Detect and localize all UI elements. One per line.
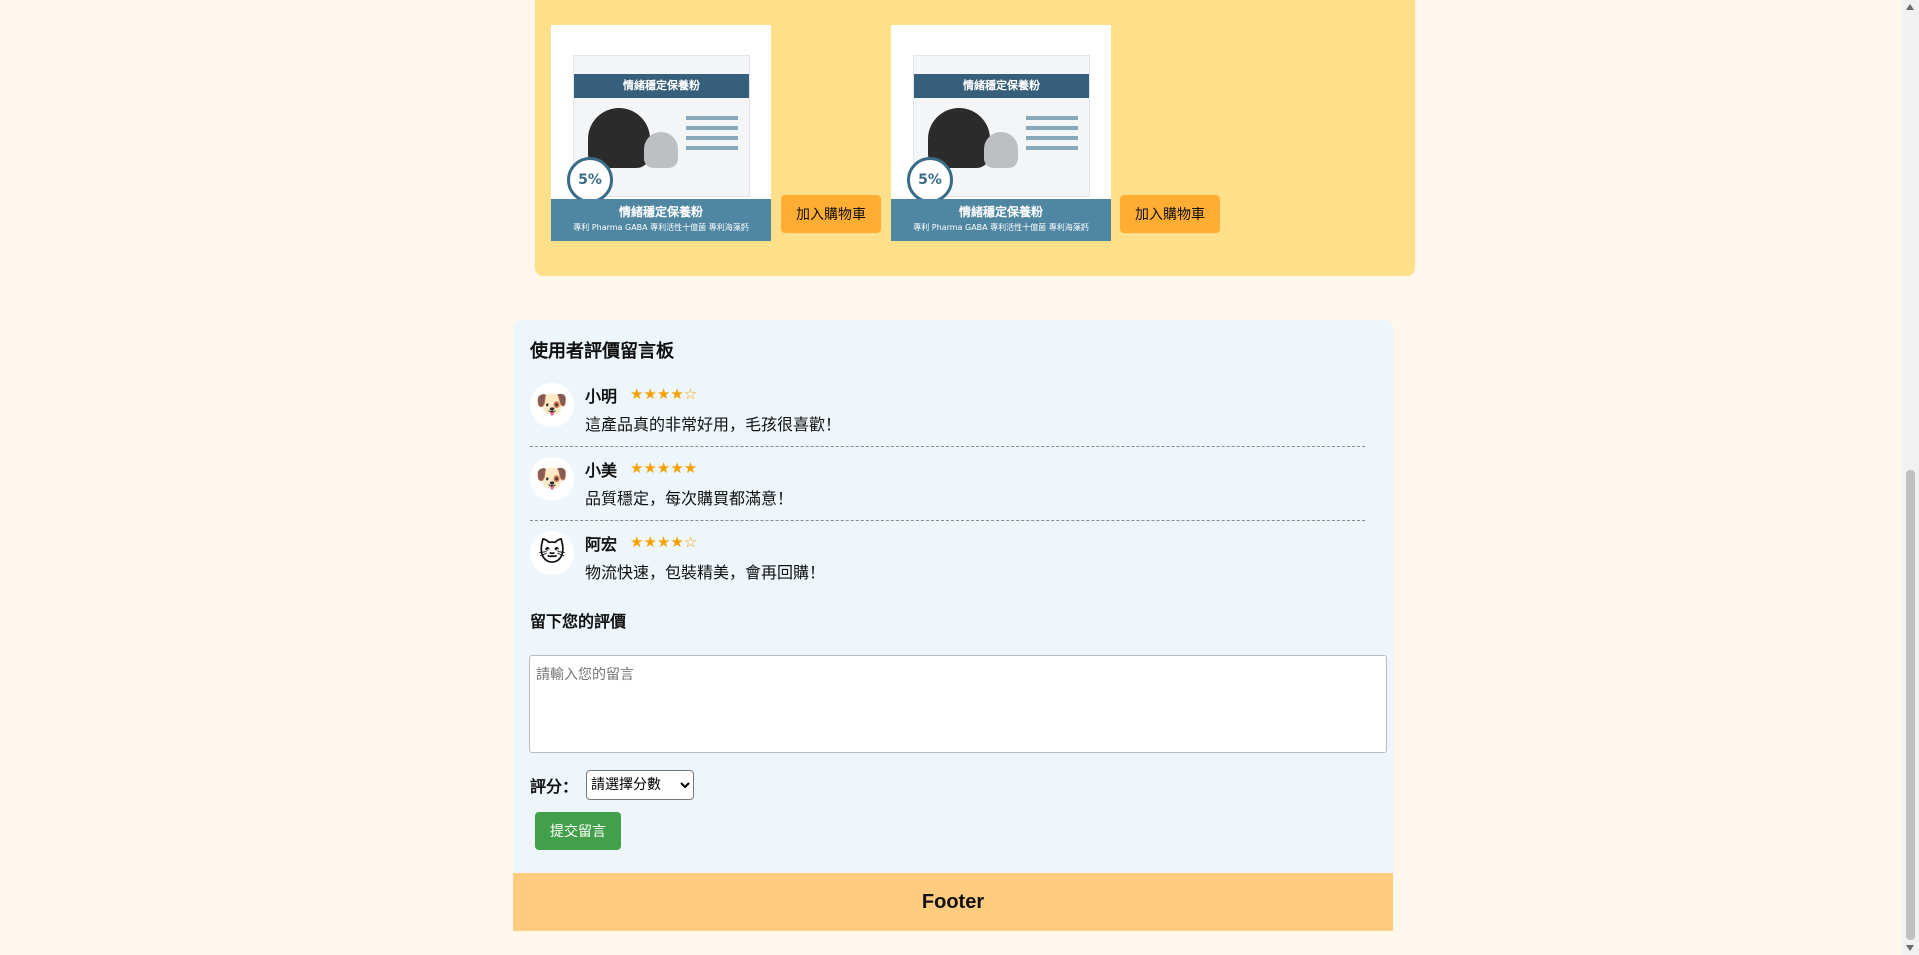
- footer: Footer: [513, 873, 1393, 931]
- add-to-cart-button[interactable]: 加入購物車: [1120, 195, 1220, 233]
- dog-avatar-icon: 🐶: [530, 457, 574, 501]
- comment-input[interactable]: [529, 655, 1387, 753]
- scroll-down-icon[interactable]: [1906, 945, 1914, 951]
- product-image-1[interactable]: 情緒穩定保養粉 5% 情緒穩定保養粉 專利 Pharma GABA 專利活性十億…: [551, 25, 771, 241]
- review-item: 🐱 阿宏 ★★★★☆ 物流快速，包裝精美，會再回購！: [530, 531, 1365, 595]
- cashback-badge: 5%: [907, 157, 953, 203]
- rating-stars: ★★★★★: [630, 459, 698, 477]
- review-text: 品質穩定，每次購買都滿意！: [585, 489, 794, 508]
- cat-avatar-icon: 🐱: [530, 531, 574, 575]
- rating-label: 評分：: [530, 777, 579, 796]
- review-divider: [530, 520, 1365, 521]
- dog-avatar-icon: 🐶: [530, 383, 574, 427]
- product-tags: 專利 Pharma GABA 專利活性十億菌 專利海藻鈣: [913, 223, 1089, 232]
- product-info-lines: [1026, 116, 1078, 156]
- review-divider: [530, 446, 1365, 447]
- product-bottom-banner: 情緒穩定保養粉 專利 Pharma GABA 專利活性十億菌 專利海藻鈣: [891, 199, 1111, 241]
- cat-illustration: [644, 132, 678, 168]
- scroll-up-icon[interactable]: [1906, 4, 1914, 10]
- review-text: 物流快速，包裝精美，會再回購！: [585, 563, 826, 582]
- reviewer-name: 小美: [585, 461, 618, 480]
- leave-review-title: 留下您的評價: [530, 612, 627, 631]
- product-image-2[interactable]: 情緒穩定保養粉 5% 情緒穩定保養粉 專利 Pharma GABA 專利活性十億…: [891, 25, 1111, 241]
- scrollbar-thumb[interactable]: [1906, 470, 1915, 940]
- cashback-badge: 5%: [567, 157, 613, 203]
- product-bottom-banner: 情緒穩定保養粉 專利 Pharma GABA 專利活性十億菌 專利海藻鈣: [551, 199, 771, 241]
- product-box-title: 情緒穩定保養粉: [574, 74, 749, 98]
- submit-comment-button[interactable]: 提交留言: [535, 812, 621, 850]
- review-text: 這產品真的非常好用，毛孩很喜歡！: [585, 415, 842, 434]
- cat-illustration: [984, 132, 1018, 168]
- rating-select[interactable]: 請選擇分數: [586, 770, 694, 800]
- review-board: 使用者評價留言板 🐶 小明 ★★★★☆ 這產品真的非常好用，毛孩很喜歡！ 🐶 小…: [513, 320, 1393, 873]
- product-info-lines: [686, 116, 738, 156]
- review-board-title: 使用者評價留言板: [530, 341, 674, 362]
- product-box-title: 情緒穩定保養粉: [914, 74, 1089, 98]
- review-item: 🐶 小美 ★★★★★ 品質穩定，每次購買都滿意！: [530, 457, 1365, 521]
- reviewer-name: 阿宏: [585, 535, 618, 554]
- reviewer-name: 小明: [585, 387, 618, 406]
- review-item: 🐶 小明 ★★★★☆ 這產品真的非常好用，毛孩很喜歡！: [530, 383, 1365, 447]
- product-name: 情緒穩定保養粉: [958, 205, 1043, 219]
- product-section: 情緒穩定保養粉 5% 情緒穩定保養粉 專利 Pharma GABA 專利活性十億…: [535, 0, 1415, 276]
- rating-stars: ★★★★☆: [630, 385, 698, 403]
- rating-stars: ★★★★☆: [630, 533, 698, 551]
- add-to-cart-button[interactable]: 加入購物車: [781, 195, 881, 233]
- product-name: 情緒穩定保養粉: [618, 205, 703, 219]
- product-tags: 專利 Pharma GABA 專利活性十億菌 專利海藻鈣: [573, 223, 749, 232]
- scrollbar[interactable]: [1902, 0, 1919, 955]
